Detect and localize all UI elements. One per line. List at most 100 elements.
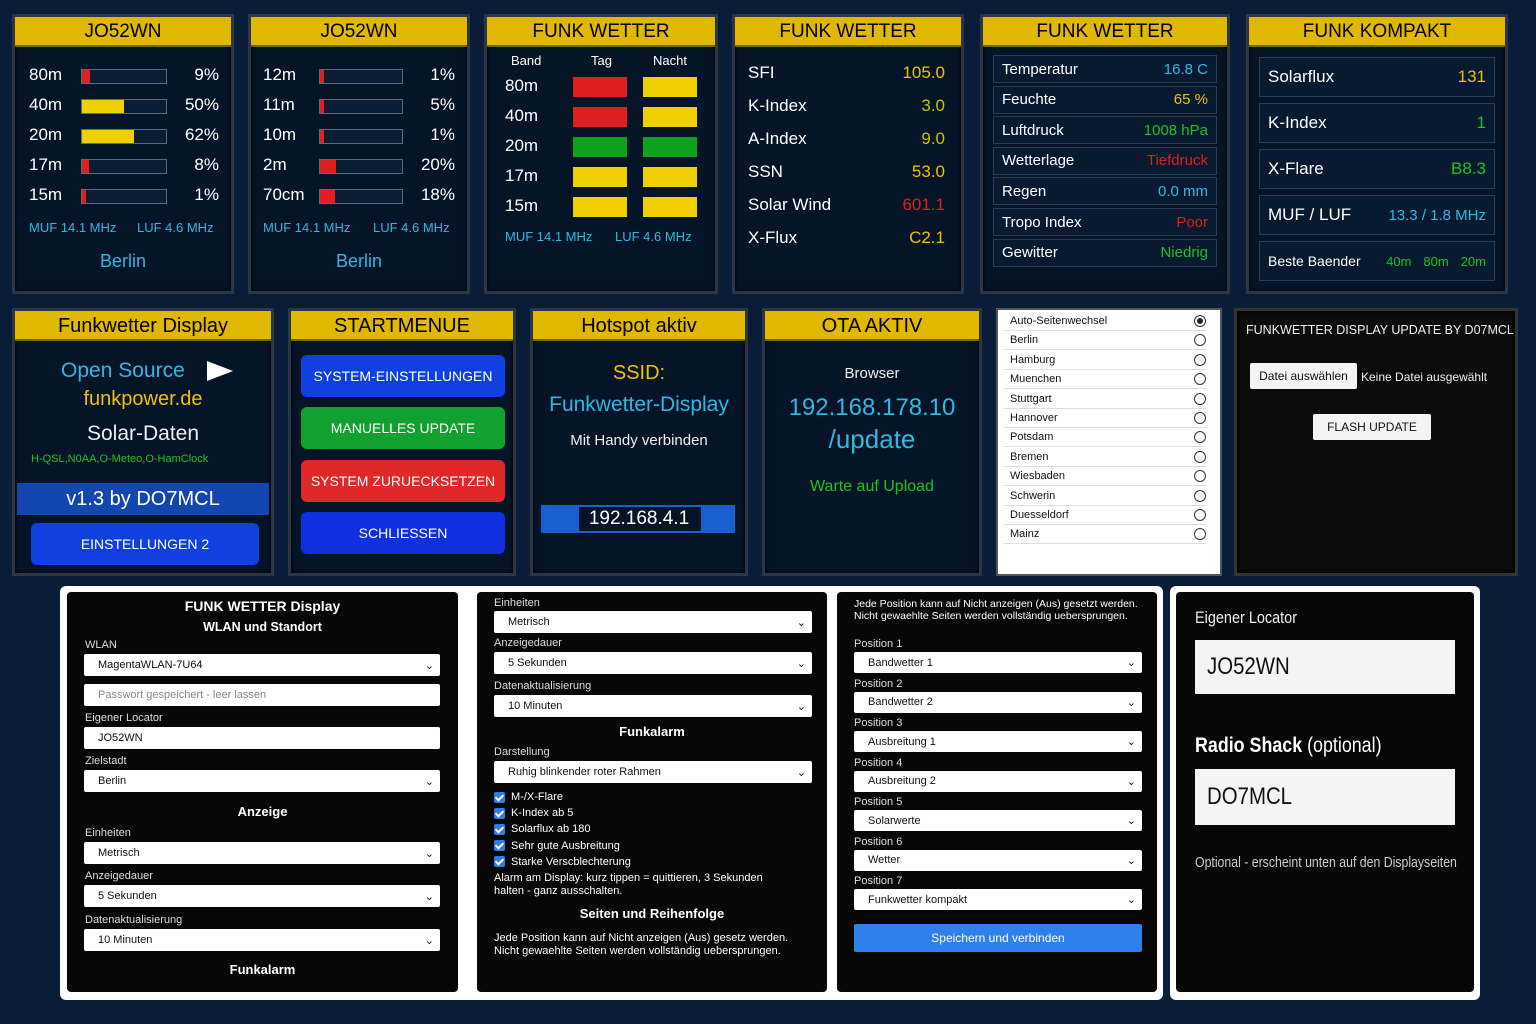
radio-icon[interactable] bbox=[1194, 412, 1206, 424]
locator-input[interactable]: JO52WN bbox=[1195, 640, 1455, 694]
band-label: 11m bbox=[263, 95, 295, 114]
alarm-checkbox[interactable]: Sehr gute Ausbreitung bbox=[494, 838, 631, 854]
update-select[interactable]: 10 Minuten ⌄ bbox=[494, 695, 812, 717]
city-option-label: Bremen bbox=[1010, 450, 1049, 463]
update-select[interactable]: 10 Minuten ⌄ bbox=[84, 929, 440, 951]
startmenu-panel: STARTMENUE SYSTEM-EINSTELLUNGEN MANUELLE… bbox=[288, 308, 516, 576]
alarm-checkbox[interactable]: Solarflux ab 180 bbox=[494, 821, 631, 837]
solar-value: 53.0 bbox=[911, 162, 945, 181]
city-select[interactable]: Berlin ⌄ bbox=[84, 770, 440, 792]
radio-icon[interactable] bbox=[1194, 489, 1206, 502]
radio-icon[interactable] bbox=[1194, 334, 1206, 347]
wlan-select[interactable]: MagentaWLAN-7U64 ⌄ bbox=[84, 654, 440, 676]
wait-label: Warte auf Upload bbox=[810, 478, 934, 495]
night-indicator bbox=[643, 107, 697, 127]
band-percent: 9% bbox=[194, 65, 219, 84]
position-select[interactable]: Wetter ⌄ bbox=[854, 849, 1142, 871]
position-value: Ausbreitung 2 bbox=[868, 775, 936, 787]
city-option[interactable]: Hannover bbox=[1004, 409, 1206, 428]
position-label: Position 6 bbox=[854, 835, 903, 848]
duration-select[interactable]: 5 Sekunden ⌄ bbox=[494, 652, 812, 674]
city-option[interactable]: Wiesbaden bbox=[1004, 467, 1206, 487]
city-option[interactable]: Mainz bbox=[1004, 525, 1206, 545]
units-select[interactable]: Metrisch ⌄ bbox=[494, 611, 812, 633]
alarm-checkbox[interactable]: Starke Verscblechterung bbox=[494, 854, 631, 870]
display-select[interactable]: Ruhig blinkender roter Rahmen ⌄ bbox=[494, 761, 812, 783]
shack-input[interactable]: DO7MCL bbox=[1195, 769, 1455, 825]
flash-update-button[interactable]: FLASH UPDATE bbox=[1313, 414, 1431, 440]
weather-row: Wetterlage Tiefdruck bbox=[993, 146, 1217, 175]
radio-icon[interactable] bbox=[1194, 353, 1206, 366]
form-title: FUNK WETTER Display bbox=[184, 598, 341, 614]
band-label: 17m bbox=[29, 155, 63, 174]
band-bar-fill bbox=[82, 70, 90, 83]
duration-select[interactable]: 5 Sekunden ⌄ bbox=[84, 885, 440, 907]
band-label: 15m bbox=[505, 196, 539, 215]
city-option[interactable]: Muenchen bbox=[1004, 370, 1206, 390]
compact-key: K-Index bbox=[1268, 113, 1327, 132]
position-select[interactable]: Bandwetter 2 ⌄ bbox=[854, 691, 1142, 713]
shack-value: DO7MCL bbox=[1207, 783, 1293, 810]
pages-note: Jede Position kann auf Nicht anzeigen (A… bbox=[494, 932, 789, 957]
save-connect-button[interactable]: Speichern und verbinden bbox=[854, 924, 1142, 952]
radio-icon[interactable] bbox=[1194, 528, 1206, 541]
city-option[interactable]: Stuttgart bbox=[1004, 390, 1206, 409]
city-option-label: Hannover bbox=[1010, 412, 1058, 424]
locator-input[interactable]: JO52WN bbox=[84, 727, 440, 749]
chevron-down-icon: ⌄ bbox=[424, 775, 434, 788]
band-label: 40m bbox=[29, 95, 63, 114]
radio-icon[interactable] bbox=[1194, 470, 1206, 483]
city-option[interactable]: Duesseldorf bbox=[1004, 506, 1206, 525]
section-pages: Seiten und Reihenfolge bbox=[579, 906, 725, 921]
alarm-checkbox[interactable]: K-Index ab 5 bbox=[494, 805, 631, 821]
band-percent: 5% bbox=[430, 95, 455, 114]
system-reset-button[interactable]: SYSTEM ZURUECKSETZEN bbox=[301, 460, 505, 502]
radio-icon[interactable] bbox=[1194, 509, 1206, 521]
solar-key: SSN bbox=[748, 162, 783, 181]
weather-value: 0.0 mm bbox=[1157, 182, 1208, 200]
manual-update-button[interactable]: MANUELLES UPDATE bbox=[301, 407, 505, 449]
city-option[interactable]: Auto-Seitenwechsel bbox=[1004, 312, 1206, 331]
firmware-update-panel: FUNKWETTER DISPLAY UPDATE BY D07MCL Date… bbox=[1234, 308, 1518, 576]
position-select[interactable]: Ausbreitung 2 ⌄ bbox=[854, 770, 1142, 792]
units-select[interactable]: Metrisch ⌄ bbox=[84, 842, 440, 864]
city-option[interactable]: Hamburg bbox=[1004, 351, 1206, 370]
band-bar-fill bbox=[320, 70, 325, 83]
password-input[interactable]: Passwort gespeichert - leer lassen bbox=[84, 684, 440, 706]
wlan-label: WLAN bbox=[85, 639, 117, 651]
settings2-button[interactable]: EINSTELLUNGEN 2 bbox=[31, 523, 259, 565]
day-indicator bbox=[573, 77, 627, 97]
weather-key: Temperatur bbox=[1002, 60, 1078, 78]
no-file-label: Keine Datei ausgewählt bbox=[1361, 370, 1488, 384]
position-select[interactable]: Funkwetter kompakt ⌄ bbox=[854, 889, 1142, 910]
version-label: v1.3 by DO7MCL bbox=[66, 488, 220, 510]
alarm-checkbox[interactable]: M-/X-Flare bbox=[494, 789, 631, 805]
radio-icon[interactable] bbox=[1194, 450, 1206, 463]
position-select[interactable]: Solarwerte ⌄ bbox=[854, 810, 1142, 831]
city-option[interactable]: Berlin bbox=[1004, 331, 1206, 351]
chevron-down-icon: ⌄ bbox=[1126, 815, 1136, 827]
col-band: Band bbox=[511, 53, 542, 68]
city-option[interactable]: Bremen bbox=[1004, 448, 1206, 467]
radio-icon[interactable] bbox=[1194, 431, 1206, 444]
chevron-down-icon: ⌄ bbox=[796, 616, 806, 629]
checkbox-checked-icon bbox=[494, 791, 505, 803]
band-label: 20m bbox=[29, 125, 63, 144]
panel-title: FUNK WETTER bbox=[983, 17, 1227, 47]
choose-file-button[interactable]: Datei auswählen bbox=[1250, 363, 1357, 389]
system-settings-button[interactable]: SYSTEM-EINSTELLUNGEN bbox=[301, 355, 505, 397]
close-button[interactable]: SCHLIESSEN bbox=[301, 512, 505, 554]
band-percent: 8% bbox=[194, 155, 219, 174]
position-select[interactable]: Ausbreitung 1 ⌄ bbox=[854, 731, 1142, 752]
city-option[interactable]: Potsdam bbox=[1004, 428, 1206, 448]
weather-key: Wetterlage bbox=[1002, 152, 1075, 170]
radio-icon[interactable] bbox=[1194, 373, 1206, 386]
ip-value: 192.168.4.1 bbox=[588, 508, 690, 529]
city-option-label: Muenchen bbox=[1010, 373, 1062, 386]
radio-checked-icon[interactable] bbox=[1194, 315, 1206, 327]
best-bands-label: Beste Baender bbox=[1268, 253, 1361, 269]
position-select[interactable]: Bandwetter 1 ⌄ bbox=[854, 652, 1142, 673]
city-option[interactable]: Schwerin bbox=[1004, 487, 1206, 506]
radio-icon[interactable] bbox=[1194, 392, 1206, 405]
band-label: 2m bbox=[263, 155, 287, 174]
